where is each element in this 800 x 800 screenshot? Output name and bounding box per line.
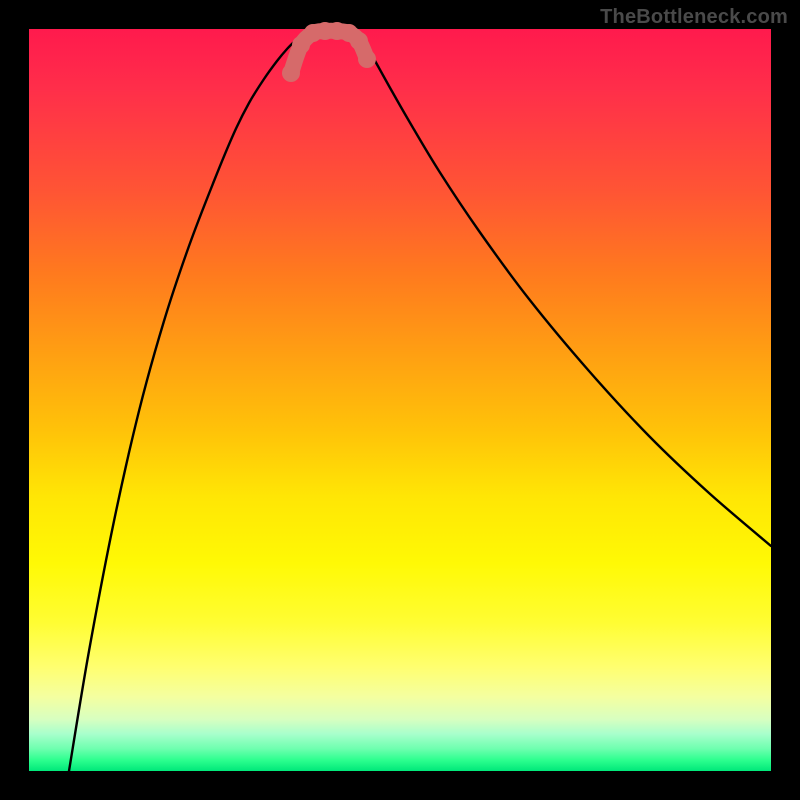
valley-marker-dot [358, 50, 376, 68]
curve-right-branch [358, 31, 771, 546]
bottleneck-curve-chart [29, 29, 771, 771]
valley-marker-dot [350, 32, 368, 50]
valley-marker-dot [282, 64, 300, 82]
curve-left-branch [69, 31, 310, 771]
valley-marker-group [282, 22, 376, 82]
watermark-text: TheBottleneck.com [600, 6, 788, 29]
